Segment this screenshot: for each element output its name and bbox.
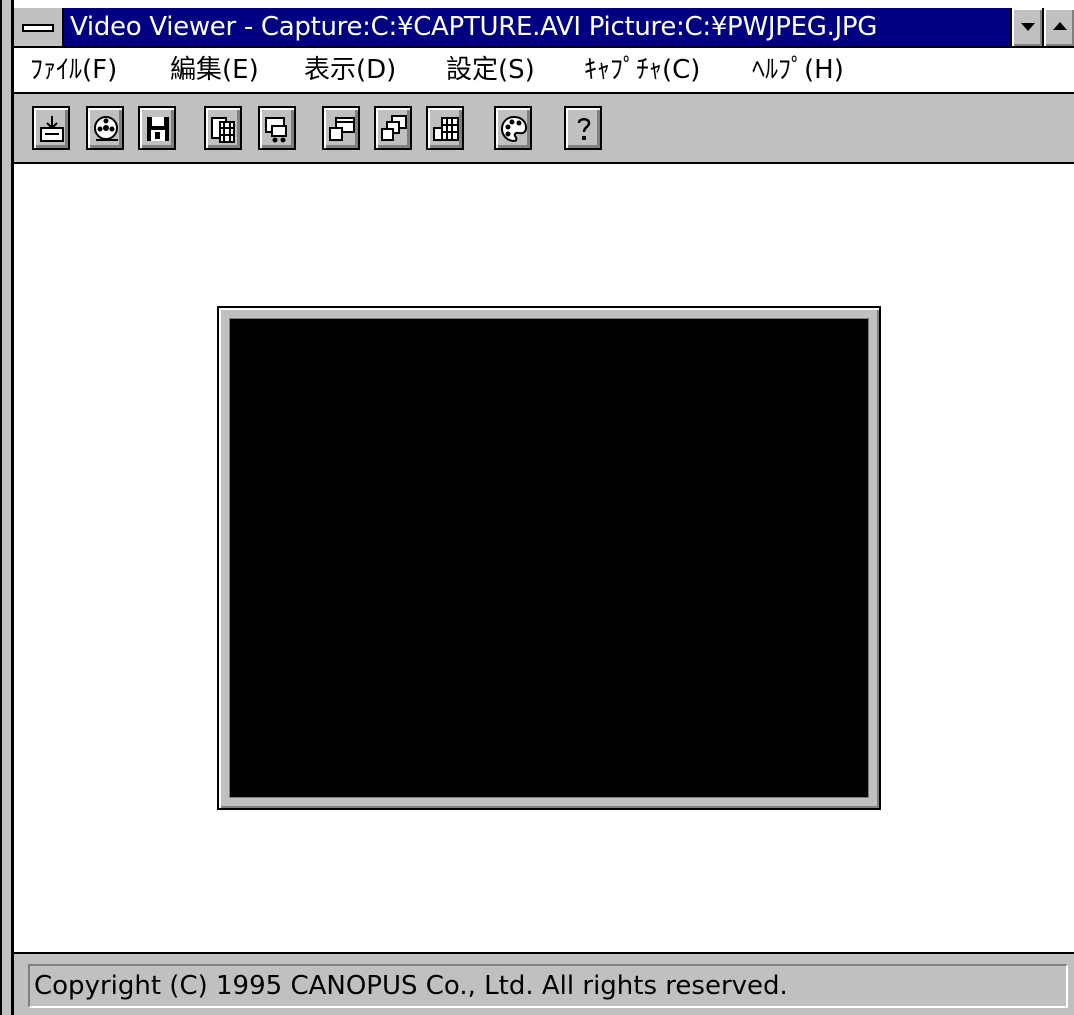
menu-file[interactable]: ﾌｧｲﾙ(F) (30, 54, 117, 86)
maximize-icon (1053, 22, 1067, 30)
status-text: Copyright (C) 1995 CANOPUS Co., Ltd. All… (34, 971, 788, 1001)
capture-icon (265, 117, 287, 143)
film-strip-icon (211, 117, 235, 143)
toolbar (14, 94, 1074, 164)
window-button[interactable] (322, 106, 360, 150)
sequence-icon (433, 117, 459, 141)
system-menu-icon (22, 24, 54, 32)
help-button[interactable] (564, 106, 602, 150)
help-icon (577, 118, 591, 140)
menu-help[interactable]: ﾍﾙﾌﾟ(H) (752, 54, 844, 86)
overlay-icon (381, 115, 407, 141)
video-display[interactable] (229, 318, 869, 798)
save-button[interactable] (138, 106, 176, 150)
open-icon (40, 116, 64, 142)
capture-button[interactable] (258, 106, 296, 150)
maximize-button[interactable] (1042, 8, 1074, 46)
title-bar[interactable]: Video Viewer - Capture:C:¥CAPTURE.AVI Pi… (14, 8, 1074, 48)
sequence-button[interactable] (426, 106, 464, 150)
window-title: Video Viewer - Capture:C:¥CAPTURE.AVI Pi… (70, 12, 878, 42)
open-button[interactable] (32, 106, 70, 150)
status-panel: Copyright (C) 1995 CANOPUS Co., Ltd. All… (28, 964, 1068, 1008)
menu-edit[interactable]: 編集(E) (170, 54, 259, 86)
system-menu-button[interactable] (14, 8, 64, 46)
film-reel-button[interactable] (86, 106, 124, 150)
menu-settings[interactable]: 設定(S) (446, 54, 535, 86)
menu-bar: ﾌｧｲﾙ(F) 編集(E) 表示(D) 設定(S) ｷｬﾌﾟﾁｬ(C) ﾍﾙﾌﾟ… (14, 48, 1074, 94)
film-reel-icon (94, 116, 118, 141)
palette-button[interactable] (494, 106, 532, 150)
palette-icon (500, 115, 528, 143)
app-window: Video Viewer - Capture:C:¥CAPTURE.AVI Pi… (0, 0, 1074, 1015)
save-disk-icon (147, 117, 169, 141)
overlay-button[interactable] (374, 106, 412, 150)
window-icon (329, 117, 355, 141)
minimize-button[interactable] (1010, 8, 1042, 46)
video-frame (217, 306, 881, 810)
menu-view[interactable]: 表示(D) (304, 54, 396, 86)
menu-capture[interactable]: ｷｬﾌﾟﾁｬ(C) (584, 54, 700, 86)
status-bar: Copyright (C) 1995 CANOPUS Co., Ltd. All… (14, 952, 1074, 1015)
minimize-icon (1021, 23, 1035, 31)
client-area (14, 166, 1074, 952)
film-strip-button[interactable] (204, 106, 242, 150)
